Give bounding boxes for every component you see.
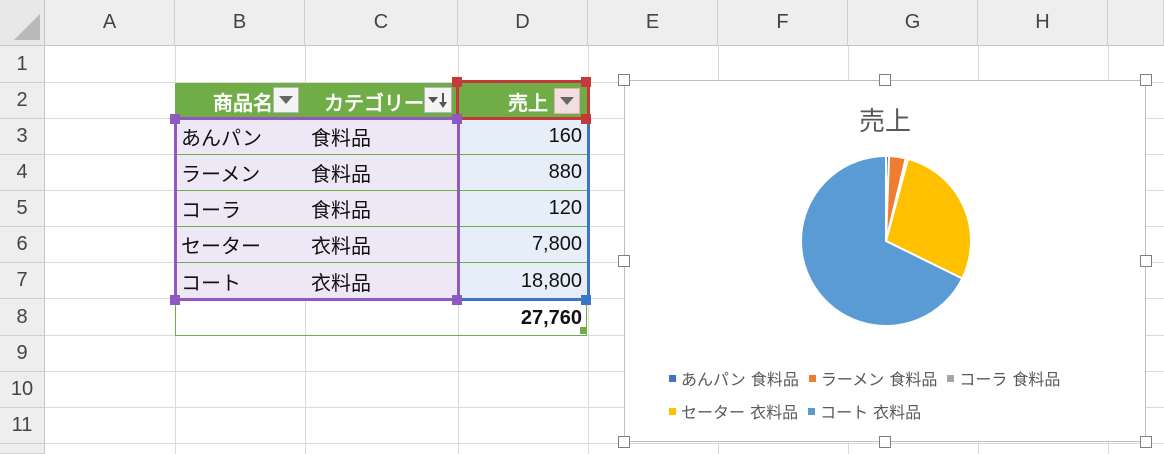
column-header-b[interactable]: B (175, 0, 305, 46)
table-cell-name[interactable]: ラーメン (175, 155, 305, 191)
chevron-down-icon (279, 96, 293, 104)
table-cell-name[interactable]: コーラ (175, 191, 305, 227)
chevron-down-icon (560, 97, 574, 105)
row-header-11[interactable]: 11 (0, 408, 45, 444)
chart-legend-row-1[interactable]: あんパン 食料品 ラーメン 食料品 コーラ 食料品 (669, 366, 1070, 390)
row-header-1[interactable]: 1 (0, 46, 45, 83)
chart-resize-handle[interactable] (1140, 255, 1152, 267)
legend-entry[interactable]: あんパン 食料品 (669, 366, 799, 390)
table-cell-category[interactable]: 衣料品 (305, 263, 458, 299)
gridline (45, 443, 1164, 444)
legend-label: ラーメン 食料品 (820, 370, 938, 389)
table-cell-category[interactable]: 衣料品 (305, 227, 458, 263)
legend-label: あんパン 食料品 (681, 370, 799, 389)
table-cell-sales[interactable]: 160 (458, 119, 588, 155)
table-cell-category[interactable]: 食料品 (305, 155, 458, 191)
column-header-d[interactable]: D (458, 0, 588, 46)
chart-resize-handle[interactable] (618, 74, 630, 86)
legend-entry[interactable]: ラーメン 食料品 (808, 366, 938, 390)
range-handle[interactable] (581, 114, 591, 124)
row-header-12-partial[interactable] (0, 444, 45, 454)
row-header-2[interactable]: 2 (0, 83, 45, 119)
table-cell-name[interactable]: コート (175, 263, 305, 299)
table-header-name-label: 商品名 (213, 90, 273, 115)
legend-entry[interactable]: コート 衣料品 (808, 399, 921, 423)
chart-resize-handle[interactable] (618, 255, 630, 267)
range-handle[interactable] (452, 114, 462, 124)
table-cell-sales[interactable]: 880 (458, 155, 588, 191)
row-header-8[interactable]: 8 (0, 299, 45, 336)
row-header-7[interactable]: 7 (0, 263, 45, 299)
row-header-4[interactable]: 4 (0, 155, 45, 191)
column-header-e[interactable]: E (588, 0, 718, 46)
chart-resize-handle[interactable] (879, 436, 891, 448)
legend-swatch (947, 374, 955, 382)
range-handle[interactable] (452, 295, 462, 305)
select-all-triangle (14, 14, 40, 40)
filter-dropdown-button-sales[interactable] (554, 88, 580, 114)
legend-entry[interactable]: コーラ 食料品 (947, 366, 1060, 390)
range-handle[interactable] (581, 295, 591, 305)
column-header-a[interactable]: A (45, 0, 175, 46)
column-header-f[interactable]: F (718, 0, 848, 46)
legend-swatch (669, 374, 676, 382)
column-header-g[interactable]: G (848, 0, 978, 46)
chart-resize-handle[interactable] (879, 74, 891, 86)
legend-label: コーラ 食料品 (959, 370, 1061, 389)
column-header-partial[interactable] (1108, 0, 1164, 46)
row-header-6[interactable]: 6 (0, 227, 45, 263)
legend-label: セーター 衣料品 (681, 403, 799, 422)
chart-title[interactable]: 売上 (625, 101, 1145, 138)
select-all-corner[interactable] (0, 0, 45, 46)
row-header-9[interactable]: 9 (0, 336, 45, 372)
table-cell-sales[interactable]: 7,800 (458, 227, 588, 263)
row-header-5[interactable]: 5 (0, 191, 45, 227)
sort-filter-icon (428, 93, 447, 108)
legend-swatch (669, 407, 676, 415)
gridline (588, 46, 589, 454)
chart-resize-handle[interactable] (618, 436, 630, 448)
table-header-sales-label: 売上 (508, 90, 548, 115)
filter-dropdown-button-name[interactable] (273, 87, 299, 113)
row-header-3[interactable]: 3 (0, 119, 45, 155)
table-total-sales[interactable]: 27,760 (458, 301, 588, 335)
range-handle[interactable] (581, 77, 591, 87)
range-handle[interactable] (170, 295, 180, 305)
pie-plot-area[interactable] (625, 151, 1145, 381)
table-cell-category[interactable]: 食料品 (305, 119, 458, 155)
column-header-h[interactable]: H (978, 0, 1108, 46)
chart-resize-handle[interactable] (1140, 436, 1152, 448)
table-cell-sales[interactable]: 120 (458, 191, 588, 227)
legend-swatch (808, 407, 816, 415)
table-header-category-label: カテゴリー (324, 90, 424, 115)
legend-entry[interactable]: セーター 衣料品 (669, 399, 798, 423)
range-handle[interactable] (452, 77, 462, 87)
range-handle[interactable] (170, 114, 180, 124)
table-cell-sales[interactable]: 18,800 (458, 263, 588, 299)
table-cell-name[interactable]: あんパン (175, 119, 305, 155)
row-header-10[interactable]: 10 (0, 372, 45, 408)
chart-legend-row-2[interactable]: セーター 衣料品 コート 衣料品 (669, 399, 931, 423)
column-header-c[interactable]: C (305, 0, 458, 46)
table-cell-category[interactable]: 食料品 (305, 191, 458, 227)
chart-resize-handle[interactable] (1140, 74, 1152, 86)
sort-filter-button-category[interactable] (424, 87, 452, 113)
fill-handle[interactable] (580, 327, 587, 334)
legend-label: コート 衣料品 (820, 403, 922, 422)
legend-swatch (808, 374, 816, 382)
table-cell-name[interactable]: セーター (175, 227, 305, 263)
pie-chart[interactable]: 売上 あんパン 食料品 ラーメン 食料品 コーラ 食料品 セーター 衣料品 コー… (624, 80, 1146, 442)
